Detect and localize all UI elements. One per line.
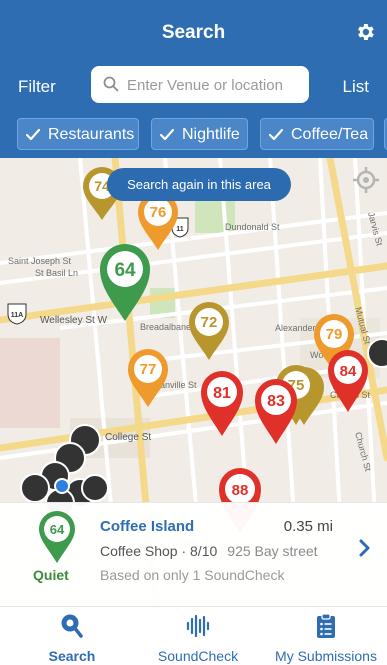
pin-score: 83 — [267, 393, 285, 410]
chip-coffee-tea[interactable]: Coffee/Tea — [260, 118, 374, 150]
venue-distance: 0.35 mi — [283, 518, 333, 535]
bottom-tab-bar: Search SoundCheck My Submissions — [0, 606, 387, 665]
pin-score: 77 — [140, 361, 157, 378]
venue-name[interactable]: Coffee Island — [100, 518, 194, 535]
pin-score: 79 — [326, 326, 343, 343]
tab-label: Search — [48, 648, 96, 664]
chip-restaurants[interactable]: Restaurants — [17, 118, 139, 150]
tab-label: SoundCheck — [157, 648, 239, 664]
checkmark-icon — [25, 128, 41, 141]
chip-label: Restaurants — [48, 126, 135, 143]
tab-my-submissions[interactable]: My Submissions — [270, 607, 382, 665]
venue-pin[interactable]: 84 — [328, 350, 368, 412]
chevron-right-icon[interactable] — [359, 539, 371, 557]
venue-pin[interactable]: 81 — [201, 371, 243, 436]
checkmark-icon — [268, 128, 284, 141]
category-chips: Restaurants Nightlife Coffee/Tea — [0, 118, 387, 158]
chip-label: Nightlife — [182, 126, 240, 143]
tab-search[interactable]: Search — [20, 607, 124, 665]
tab-label: My Submissions — [275, 648, 377, 664]
noise-level-label: Quiet — [33, 567, 69, 583]
search-icon — [103, 76, 119, 92]
header-bar: Search Filter List — [0, 0, 387, 118]
pin-score: 76 — [150, 204, 167, 221]
badge-score: 64 — [50, 522, 65, 537]
soundwave-icon — [186, 614, 210, 638]
tab-soundcheck[interactable]: SoundCheck — [146, 607, 250, 665]
search-tab-icon — [61, 614, 83, 638]
search-box[interactable] — [91, 66, 309, 103]
search-again-button[interactable]: Search again in this area — [107, 168, 291, 201]
venue-category-rating: Coffee Shop · 8/10 — [100, 543, 218, 559]
venue-pin[interactable]: 77 — [128, 349, 168, 407]
gear-icon[interactable] — [354, 21, 376, 43]
venue-pin[interactable]: 83 — [255, 379, 297, 444]
pin-score: 72 — [201, 314, 218, 331]
soundcheck-note: Based on only 1 SoundCheck — [100, 567, 285, 583]
list-button[interactable]: List — [343, 77, 369, 97]
quiet-level-badge: 64 — [39, 511, 75, 563]
checkmark-icon — [159, 128, 175, 141]
page-title: Search — [161, 22, 226, 43]
venue-pin[interactable]: 64 — [100, 244, 150, 321]
filter-button[interactable]: Filter — [18, 77, 56, 97]
chip-nightlife[interactable]: Nightlife — [151, 118, 248, 150]
venue-pin[interactable]: 72 — [189, 302, 229, 360]
venue-meta: Coffee Shop · 8/10 925 Bay street — [100, 543, 318, 559]
pin-score: 81 — [213, 385, 231, 402]
chip-label: Coffee/Tea — [291, 126, 369, 143]
pin-score: 64 — [114, 260, 136, 281]
clipboard-list-icon — [317, 613, 335, 638]
venue-address: 925 Bay street — [227, 543, 318, 559]
venue-card[interactable]: 64 Quiet Coffee Island 0.35 mi Coffee Sh… — [0, 502, 387, 607]
pin-score: 88 — [232, 482, 249, 499]
pin-score: 84 — [340, 363, 357, 380]
search-input[interactable] — [125, 72, 307, 98]
